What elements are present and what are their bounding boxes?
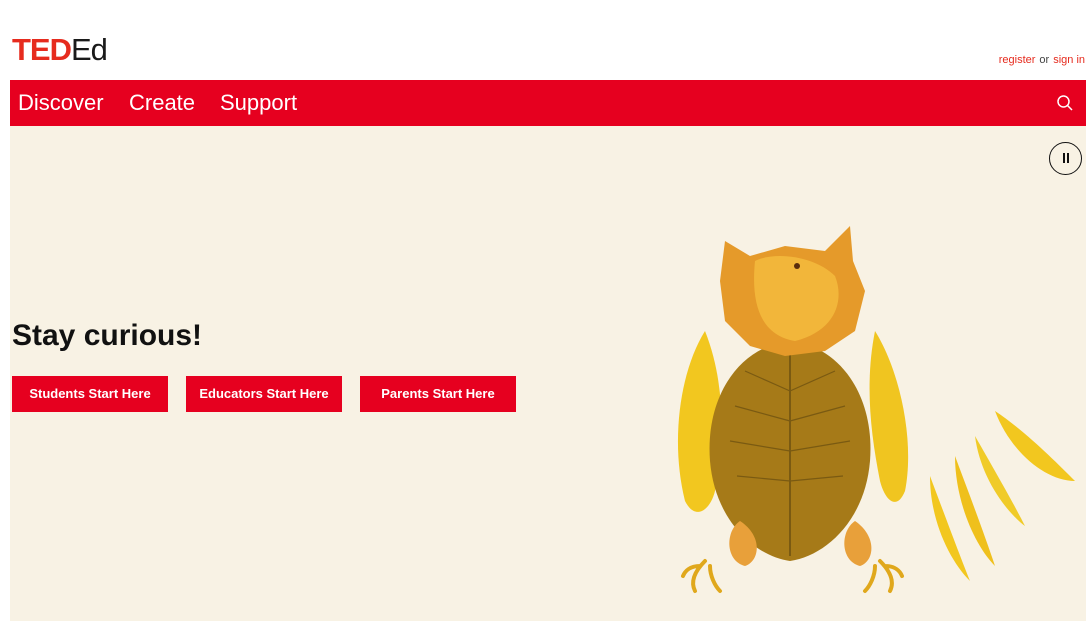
nav-discover[interactable]: Discover: [18, 90, 104, 116]
hero-section: Stay curious! Students Start Here Educat…: [10, 126, 1086, 621]
auth-separator: or: [1039, 54, 1050, 66]
students-start-button[interactable]: Students Start Here: [12, 376, 168, 412]
register-link[interactable]: register: [999, 54, 1036, 66]
logo-ed: Ed: [71, 32, 108, 67]
pause-button[interactable]: [1049, 142, 1082, 175]
ted-ed-logo[interactable]: TEDEd: [12, 32, 108, 67]
sign-in-link[interactable]: sign in: [1053, 54, 1085, 66]
logo-ted: TED: [12, 32, 72, 67]
search-icon[interactable]: [1056, 94, 1074, 112]
auth-links: register or sign in: [999, 54, 1085, 66]
pause-icon: [1063, 153, 1065, 163]
pause-icon-bar: [1067, 153, 1069, 163]
educators-start-button[interactable]: Educators Start Here: [186, 376, 342, 412]
nav-support[interactable]: Support: [220, 90, 297, 116]
site-header: TEDEd register or sign in: [0, 0, 1088, 80]
nav-create[interactable]: Create: [129, 90, 195, 116]
main-nav: Discover Create Support: [10, 80, 1086, 126]
parents-start-button[interactable]: Parents Start Here: [360, 376, 516, 412]
hero-headline: Stay curious!: [12, 319, 203, 352]
leaf-owl-illustration: [677, 226, 1075, 593]
